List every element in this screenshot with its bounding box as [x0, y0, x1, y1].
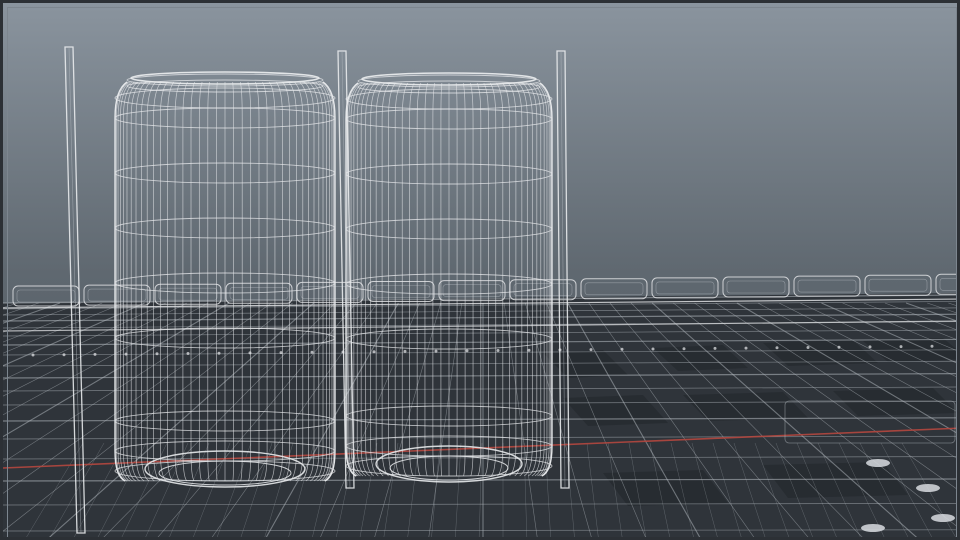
floor-dot	[310, 350, 314, 354]
floor-dot	[186, 352, 190, 355]
floor-dot	[930, 344, 934, 348]
floor-panel	[763, 462, 908, 498]
floor-marker	[866, 459, 890, 467]
floor-dot	[620, 347, 624, 351]
floor-dot	[589, 348, 593, 352]
floor-dot	[713, 346, 717, 350]
floor-dot	[527, 348, 531, 352]
floor-dot	[806, 346, 810, 349]
floor-dot	[155, 352, 159, 356]
floor-dot	[775, 346, 779, 350]
floor-dot	[465, 349, 469, 353]
floor-dot	[434, 349, 438, 353]
floor-marker	[931, 514, 955, 522]
floor-dot	[341, 350, 345, 354]
floor-dot	[744, 346, 748, 350]
floor-dot	[651, 347, 655, 351]
floor-dot	[682, 347, 686, 351]
floor-dot	[62, 353, 66, 357]
floor-dot	[868, 345, 872, 349]
wireframe-scene[interactable]	[3, 3, 960, 540]
floor-dot	[31, 353, 35, 357]
floor-marker	[861, 524, 885, 532]
floor-dot	[248, 351, 252, 355]
floor-dot	[93, 352, 97, 356]
floor-dot	[899, 345, 903, 349]
floor-dot	[837, 345, 841, 349]
floor-dot	[279, 351, 283, 355]
floor-dot	[372, 350, 376, 354]
3d-viewport[interactable]	[0, 0, 960, 540]
floor-dot	[217, 351, 221, 355]
floor-dot	[496, 349, 500, 352]
floor-dot	[558, 348, 562, 352]
floor-dot	[403, 349, 407, 353]
floor-marker	[916, 484, 940, 492]
floor-dot	[124, 352, 128, 356]
